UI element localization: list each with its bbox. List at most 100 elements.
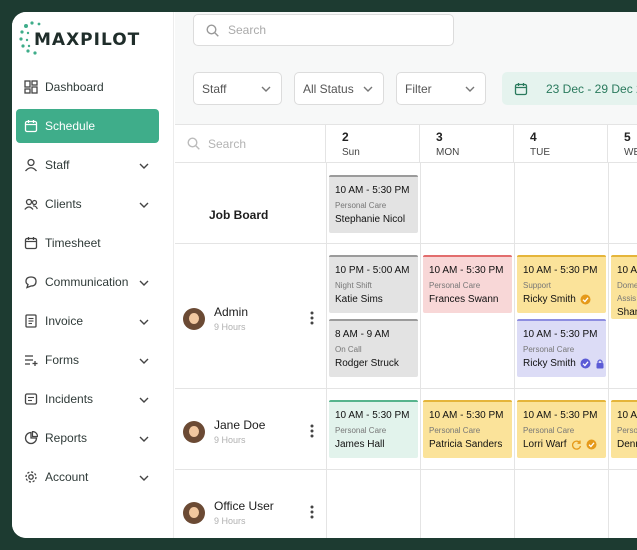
filter-dropdown[interactable]: Filter: [396, 72, 486, 105]
shift-card[interactable]: 10 AM - 5:30 PM Personal Care Ricky Smith: [517, 319, 606, 377]
sidebar-item-dashboard[interactable]: Dashboard: [16, 70, 159, 104]
shift-card[interactable]: 10 AM - 5:30 PM Personal Care Stephanie Ni…: [329, 175, 418, 233]
job-board-label: Job Board: [209, 208, 269, 222]
sidebar-item-reports[interactable]: Reports: [16, 421, 159, 455]
day-header[interactable]: 2 Sun: [326, 125, 420, 163]
global-search-input[interactable]: Search: [193, 14, 454, 46]
calendar-icon: [514, 82, 528, 95]
date-range-picker[interactable]: 23 Dec - 29 Dec 2: [502, 72, 637, 105]
sidebar: MAXPILOT Dashboard Schedule Staff Clients Ti…: [12, 12, 174, 538]
schedule-grid: Search 2 Sun 3 MON 4 TUE 5 WE Job Board Admin 9…: [175, 124, 637, 538]
column-divider: [514, 163, 515, 538]
shift-card[interactable]: 10 PM - 5:00 AM Night Shift Katie Sims: [329, 255, 418, 313]
shift-staff-name: Patricia Sanders: [429, 439, 507, 450]
chevron-down-icon: [139, 276, 149, 286]
column-divider: [608, 163, 609, 538]
shift-staff-name: Ricky Smith: [523, 358, 604, 369]
sidebar-item-invoice[interactable]: Invoice: [16, 304, 159, 338]
sidebar-item-schedule[interactable]: Schedule: [16, 109, 159, 143]
shift-time: 10 AM - 5:30 PM: [429, 410, 504, 421]
shift-staff-label: Katie Sims: [335, 294, 383, 305]
shift-time: 10 A: [617, 265, 637, 276]
shift-staff-label: James Hall: [335, 439, 385, 450]
staff-row-jane-doe[interactable]: Jane Doe 9 Hours: [183, 418, 265, 445]
shift-staff-label: Stephanie Nicol: [335, 214, 406, 225]
grid-search-placeholder: Search: [208, 136, 247, 151]
date-range-label: 23 Dec - 29 Dec 2: [546, 81, 637, 96]
shift-card[interactable]: 10 AM - 5:30 PM Personal Care Lorri Warf: [517, 400, 606, 458]
sidebar-item-label: Timesheet: [45, 236, 101, 250]
day-header[interactable]: 3 MON: [420, 125, 514, 163]
shift-card[interactable]: 10 AM - 5:30 PM Personal Care Frances Swan…: [423, 255, 512, 313]
logo[interactable]: MAXPILOT: [18, 16, 141, 58]
reports-icon: [24, 431, 38, 445]
sidebar-item-communication[interactable]: Communication: [16, 265, 159, 299]
grid-search-input[interactable]: Search: [175, 125, 326, 163]
shift-time: 10 AM - 5:30 PM: [429, 265, 504, 276]
sidebar-item-clients[interactable]: Clients: [16, 187, 159, 221]
shift-card[interactable]: 8 AM - 9 AM On Call Rodger Struck: [329, 319, 418, 377]
more-options-icon[interactable]: [310, 505, 314, 519]
calendar-icon: [24, 119, 38, 133]
refresh-icon: [571, 439, 582, 450]
brand-name: MAXPILOT: [34, 30, 141, 50]
sidebar-item-label: Forms: [45, 353, 79, 367]
shift-type: Night Shift: [335, 281, 372, 290]
sidebar-item-staff[interactable]: Staff: [16, 148, 159, 182]
more-options-icon[interactable]: [310, 424, 314, 438]
shift-time: 10 PM - 5:00 AM: [335, 265, 410, 276]
sidebar-item-label: Clients: [45, 197, 82, 211]
sidebar-item-label: Dashboard: [45, 80, 104, 94]
shift-staff-label: Patricia Sanders: [429, 439, 503, 450]
app-window: MAXPILOT Dashboard Schedule Staff Clients Ti…: [12, 12, 637, 538]
shift-card[interactable]: 10 AM - 5:30 PM Personal Care James Hall: [329, 400, 418, 458]
shift-card[interactable]: Assis Shar: [611, 289, 637, 319]
staff-name: Admin: [214, 305, 249, 319]
check-circle-icon: [580, 294, 591, 305]
shift-card[interactable]: 10 AM - 5:30 PM Support Ricky Smith: [517, 255, 606, 313]
shift-card[interactable]: 10 AM - 5:30 PM Personal Care Patricia San…: [423, 400, 512, 458]
sidebar-item-timesheet[interactable]: Timesheet: [16, 226, 159, 260]
shift-staff-label: Lorri Warf: [523, 439, 567, 450]
more-options-icon[interactable]: [310, 311, 314, 325]
sidebar-item-label: Invoice: [45, 314, 84, 328]
staff-dropdown[interactable]: Staff: [193, 72, 282, 105]
shift-type: Personal Care: [523, 426, 575, 435]
staff-hours: 9 Hours: [214, 516, 246, 526]
dashboard-icon: [24, 80, 38, 94]
sidebar-item-label: Reports: [45, 431, 88, 445]
shift-type: Assis: [617, 294, 637, 303]
shift-staff-label: Ricky Smith: [523, 294, 576, 305]
shift-staff-name: Denn: [617, 439, 637, 450]
sidebar-item-incidents[interactable]: Incidents: [16, 382, 159, 416]
shift-staff-name: Ricky Smith: [523, 294, 601, 305]
day-header[interactable]: 5 WE: [608, 125, 637, 163]
status-dropdown[interactable]: All Status: [294, 72, 384, 105]
check-circle-icon: [580, 358, 591, 369]
timesheet-icon: [24, 236, 38, 250]
shift-type: Personal Care: [335, 201, 387, 210]
shift-card[interactable]: 10 A Perso Denn: [611, 400, 637, 458]
global-search-placeholder: Search: [228, 23, 267, 37]
day-header[interactable]: 4 TUE: [514, 125, 608, 163]
status-dropdown-label: All Status: [303, 81, 354, 96]
row-divider: [175, 388, 637, 389]
shift-type: Perso: [617, 426, 637, 435]
staff-row-office-user[interactable]: Office User 9 Hours: [183, 499, 274, 526]
shift-staff-name: Lorri Warf: [523, 439, 601, 450]
avatar: [183, 307, 205, 330]
sidebar-item-forms[interactable]: Forms: [16, 343, 159, 377]
shift-staff-name: Stephanie Nicol: [335, 214, 413, 225]
search-icon: [187, 137, 200, 150]
shift-type: Personal Care: [429, 281, 481, 290]
row-divider: [175, 469, 637, 470]
sidebar-item-label: Incidents: [45, 392, 94, 406]
sidebar-item-account[interactable]: Account: [16, 460, 159, 494]
shift-staff-name: Shar: [617, 307, 637, 318]
staff-row-admin[interactable]: Admin 9 Hours: [183, 305, 248, 332]
shift-staff-label: Denn: [617, 439, 637, 450]
day-name: MON: [436, 147, 460, 158]
day-name: TUE: [530, 147, 550, 158]
shift-type: On Call: [335, 345, 362, 354]
shift-type: Personal Care: [523, 345, 575, 354]
